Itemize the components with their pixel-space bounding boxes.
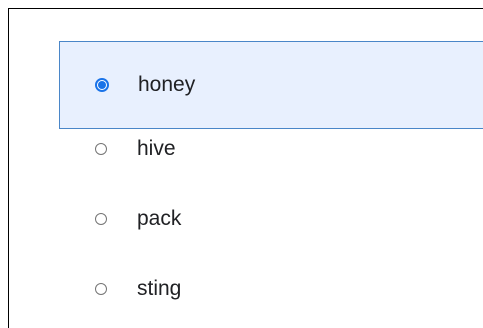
radio-option-pack[interactable]: pack	[59, 184, 483, 254]
radio-button[interactable]	[95, 283, 107, 295]
radio-panel: honey hive pack sting	[8, 8, 483, 328]
radio-label: sting	[137, 277, 182, 300]
radio-button[interactable]	[95, 143, 107, 155]
radio-option-hive[interactable]: hive	[59, 114, 483, 184]
radio-label: hive	[137, 137, 176, 160]
radio-button-selected[interactable]	[95, 78, 109, 92]
radio-option-sting[interactable]: sting	[59, 254, 483, 324]
radio-label: honey	[138, 73, 196, 96]
radio-group: honey hive pack sting	[59, 41, 483, 324]
radio-label: pack	[137, 207, 182, 230]
radio-button[interactable]	[95, 213, 107, 225]
